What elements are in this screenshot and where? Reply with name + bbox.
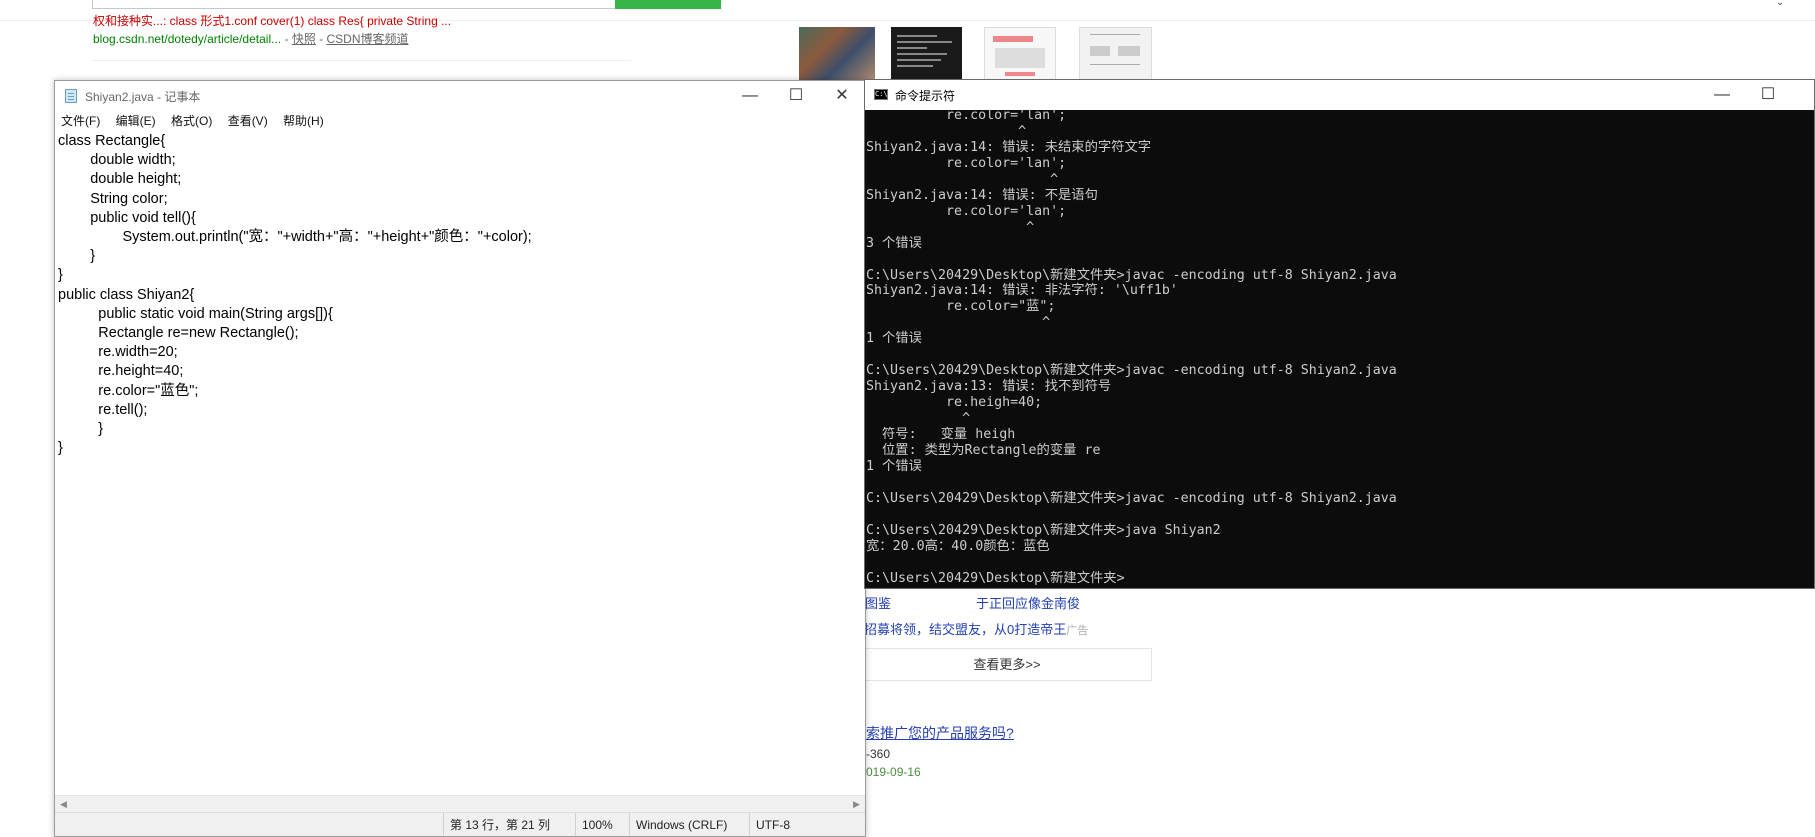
url-separator: - <box>284 32 289 46</box>
status-cursor-position: 第 13 行，第 21 列 <box>443 813 563 836</box>
notepad-content[interactable]: class Rectangle{ double width; double he… <box>58 132 532 458</box>
menu-help[interactable]: 帮助(H) <box>283 114 324 128</box>
thumbnail-image[interactable] <box>984 27 1056 82</box>
cmd-title: 命令提示符 <box>895 89 956 103</box>
status-encoding: UTF-8 <box>749 813 846 836</box>
cmd-titlebar[interactable]: C:\ 命令提示符 — ☐ <box>865 80 1814 110</box>
notepad-statusbar: 第 13 行，第 21 列 100% Windows (CRLF) UTF-8 <box>55 812 865 836</box>
horizontal-scrollbar[interactable]: ◀ ▶ <box>55 795 865 812</box>
menu-format[interactable]: 格式(O) <box>171 114 212 128</box>
menu-edit[interactable]: 编辑(E) <box>116 114 156 128</box>
thumbnail-image[interactable] <box>799 27 875 82</box>
background-search-input[interactable] <box>92 0 616 9</box>
thumbnail-image[interactable] <box>1079 27 1152 82</box>
promo-link[interactable]: 索推广您的产品服务吗? <box>866 723 1014 743</box>
url-separator: - <box>319 32 324 46</box>
thumbnail-image[interactable] <box>891 27 962 82</box>
close-button[interactable]: ✕ <box>819 81 865 111</box>
see-more-button[interactable]: 查看更多>> <box>862 648 1152 681</box>
ad-link[interactable]: 招募将领，结交盟友，从0打造帝王广告 <box>864 619 1088 638</box>
csdn-channel-link[interactable]: CSDN博客频道 <box>327 32 409 46</box>
ad-tag: 广告 <box>1066 625 1089 637</box>
search-result-url[interactable]: blog.csdn.net/dotedy/article/detail... <box>93 32 281 46</box>
cmd-output: re.color='lan'; ^ Shiyan2.java:14: 错误: 未… <box>866 110 1397 586</box>
maximize-button[interactable]: ☐ <box>1745 80 1791 110</box>
status-zoom: 100% <box>575 813 622 836</box>
notepad-text-area[interactable]: class Rectangle{ double width; double he… <box>55 132 865 792</box>
notepad-menubar: 文件(F) 编辑(E) 格式(O) 查看(V) 帮助(H) <box>55 111 865 131</box>
notepad-icon <box>65 89 77 103</box>
menu-file[interactable]: 文件(F) <box>61 114 100 128</box>
search-result-snippet-text: 权和接种实...: class 形式1.conf cover(1) class … <box>93 14 452 28</box>
info-date: 019-09-16 <box>866 765 921 779</box>
minimize-button[interactable]: — <box>1699 80 1745 110</box>
minimize-button[interactable]: — <box>727 81 773 111</box>
result-divider <box>93 60 631 61</box>
info-text: -360 <box>866 747 891 761</box>
cmd-console[interactable]: re.color='lan'; ^ Shiyan2.java:14: 错误: 未… <box>865 110 1814 588</box>
menu-view[interactable]: 查看(V) <box>228 114 268 128</box>
chevron-down-icon[interactable]: ⌄ <box>1776 0 1786 8</box>
related-link[interactable]: 图鉴 <box>865 593 891 612</box>
related-link[interactable]: 于正回应像金南俊 <box>976 593 1080 612</box>
maximize-button[interactable]: ☐ <box>773 81 819 111</box>
scroll-right-icon[interactable]: ▶ <box>848 796 865 813</box>
ad-link-text[interactable]: 招募将领，结交盟友，从0打造帝王 <box>864 622 1066 637</box>
snapshot-link[interactable]: 快照 <box>292 32 316 46</box>
search-result-snippet: 权和接种实...: class 形式1.conf cover(1) class … <box>93 13 513 29</box>
cmd-window[interactable]: C:\ 命令提示符 — ☐ re.color='lan'; ^ Shiyan2.… <box>864 79 1815 589</box>
notepad-window[interactable]: Shiyan2.java - 记事本 — ☐ ✕ 文件(F) 编辑(E) 格式(… <box>54 80 866 837</box>
notepad-title: Shiyan2.java - 记事本 <box>85 90 201 104</box>
background-search-button[interactable] <box>615 0 721 9</box>
status-line-ending: Windows (CRLF) <box>629 813 741 836</box>
scroll-left-icon[interactable]: ◀ <box>55 796 72 813</box>
cmd-icon: C:\ <box>874 89 888 100</box>
search-result-url-row: blog.csdn.net/dotedy/article/detail... -… <box>93 31 409 47</box>
notepad-titlebar[interactable]: Shiyan2.java - 记事本 — ☐ ✕ <box>55 81 865 111</box>
